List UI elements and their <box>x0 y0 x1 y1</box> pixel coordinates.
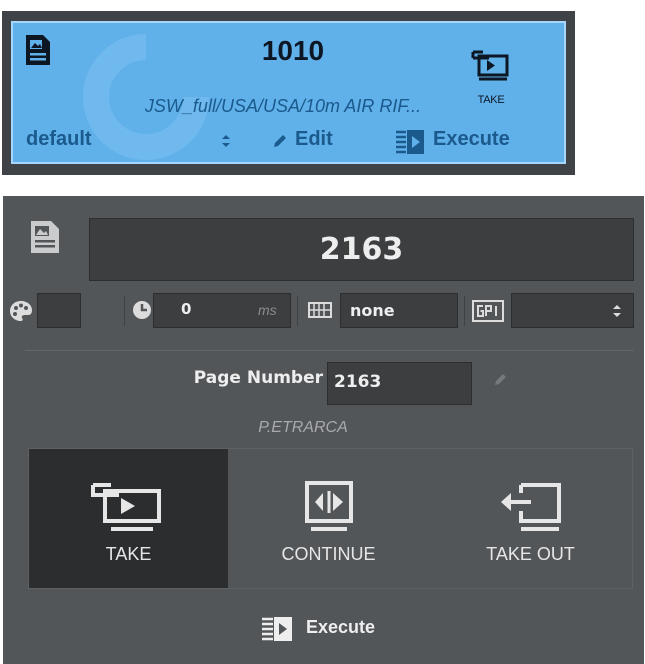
delay-value: 0 <box>181 300 192 318</box>
layer-value: none <box>350 301 395 320</box>
take-out-label: TAKE OUT <box>486 544 575 564</box>
take-icon[interactable] <box>471 46 513 82</box>
take-out-icon <box>500 483 561 531</box>
concept-select[interactable]: default <box>26 128 92 151</box>
continue-button[interactable]: CONTINUE <box>229 449 428 588</box>
take-out-button[interactable]: TAKE OUT <box>431 449 630 588</box>
toolbar-divider <box>464 296 465 326</box>
updown-arrows-icon[interactable] <box>221 134 231 148</box>
toolbar-divider <box>297 296 298 326</box>
palette-icon <box>10 301 32 321</box>
compact-card-body[interactable]: 1010 JSW_full/USA/USA/10m AIR RIF... TAK… <box>11 21 566 164</box>
document-icon <box>31 221 59 253</box>
toolbar-divider <box>124 296 125 326</box>
take-button[interactable]: TAKE <box>29 449 228 588</box>
compact-page-card: 1010 JSW_full/USA/USA/10m AIR RIF... TAK… <box>2 11 575 175</box>
execute-button[interactable]: Execute <box>433 128 510 151</box>
updown-arrows-icon[interactable] <box>612 304 622 318</box>
take-label: TAKE <box>477 94 505 106</box>
delay-unit: ms <box>258 302 277 318</box>
document-icon <box>26 35 50 65</box>
gpi-icon <box>472 300 504 322</box>
clock-icon <box>133 301 151 319</box>
execute-button[interactable]: Execute <box>306 617 375 638</box>
pencil-icon[interactable] <box>493 371 509 387</box>
expanded-page-panel: 2163 0 ms none Page Number 2163 P.ETRARC… <box>3 196 644 664</box>
template-name: P.ETRARCA <box>258 419 348 436</box>
pencil-icon[interactable] <box>271 132 289 150</box>
scene-path: JSW_full/USA/USA/10m AIR RIF... <box>144 96 421 116</box>
color-field[interactable] <box>37 293 81 328</box>
continue-icon <box>304 481 353 531</box>
edit-button[interactable]: Edit <box>295 128 333 151</box>
page-number-label: Page Number <box>193 368 323 388</box>
take-label: TAKE <box>105 544 152 564</box>
section-divider <box>25 350 634 351</box>
grid-icon <box>308 302 332 318</box>
continue-label: CONTINUE <box>281 544 376 564</box>
page-number-display: 2163 <box>89 218 634 281</box>
page-number: 1010 <box>261 35 325 66</box>
execute-icon[interactable] <box>261 616 293 642</box>
execute-icon[interactable] <box>395 129 425 155</box>
take-icon <box>90 483 161 531</box>
page-number-value: 2163 <box>334 372 382 392</box>
